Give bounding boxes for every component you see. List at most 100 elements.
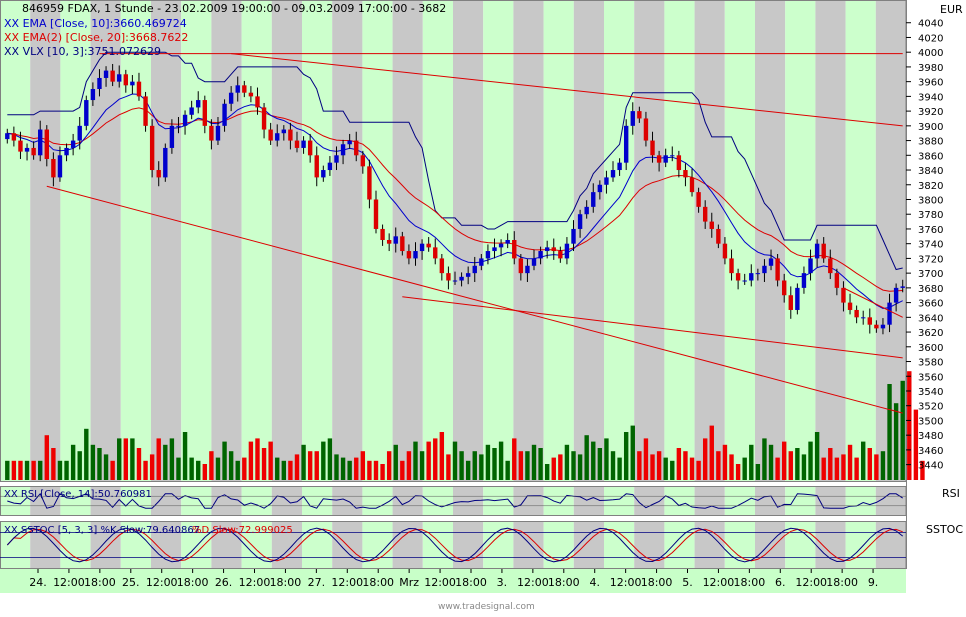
- volume-bar: [558, 454, 562, 480]
- volume-bar: [887, 384, 891, 480]
- volume-bar: [677, 448, 681, 480]
- candle-body: [841, 288, 845, 303]
- candle-body: [486, 251, 490, 258]
- volume-bar: [25, 461, 29, 480]
- volume-bar: [45, 435, 49, 480]
- vlx-legend[interactable]: XX VLX [10, 3]:3751.072629: [4, 45, 161, 58]
- volume-bar: [690, 458, 694, 480]
- candle-body: [611, 170, 615, 177]
- volume-bar: [387, 451, 391, 480]
- time-tick-label: 18:00: [270, 576, 302, 589]
- volume-bar: [742, 458, 746, 480]
- band-main: [604, 0, 634, 482]
- volume-bar: [400, 461, 404, 480]
- band-main: [513, 0, 543, 482]
- volume-bar: [486, 445, 490, 480]
- price-tick-label: 3780: [918, 210, 943, 221]
- candle-body: [440, 258, 444, 273]
- volume-bar: [578, 454, 582, 480]
- band-rsi: [876, 486, 906, 516]
- volume-bar: [413, 442, 417, 480]
- candle-body: [558, 251, 562, 258]
- volume-bar: [328, 438, 332, 480]
- candle-body: [874, 325, 878, 329]
- volume-bar: [538, 448, 542, 480]
- band-rsi: [423, 486, 453, 516]
- candle-body: [242, 85, 246, 92]
- price-tick-label: 3660: [918, 299, 943, 310]
- volume-bar: [301, 445, 305, 480]
- candle-body: [789, 295, 793, 310]
- volume-bar: [150, 454, 154, 480]
- band-main: [332, 0, 362, 482]
- candle-body: [268, 130, 272, 141]
- volume-bar: [756, 464, 760, 480]
- time-tick-label: 12:00: [331, 576, 363, 589]
- time-tick-label: 12:00: [146, 576, 178, 589]
- time-tick-label: 12:00: [239, 576, 271, 589]
- volume-bar: [262, 448, 266, 480]
- band-main: [544, 0, 574, 482]
- candle-body: [413, 251, 417, 258]
- sstoc-legend-k[interactable]: XX SSTOC [5, 3, 3] %K Slow:79.640867: [4, 525, 200, 536]
- candle-body: [887, 303, 891, 325]
- volume-bar: [650, 454, 654, 480]
- volume-bar: [334, 454, 338, 480]
- candle-body: [110, 71, 114, 82]
- volume-bar: [696, 461, 700, 480]
- time-tick-label: 18:00: [734, 576, 766, 589]
- volume-bar: [854, 458, 858, 480]
- volume-bar: [407, 451, 411, 480]
- candle-body: [617, 163, 621, 170]
- volume-bar: [288, 461, 292, 480]
- candle-body: [598, 185, 602, 192]
- volume-bar: [868, 448, 872, 480]
- sstoc-legend-d[interactable]: %D Slow:72.999025: [192, 525, 293, 536]
- ema20-legend[interactable]: XX EMA(2) [Close, 20]:3668.7622: [4, 31, 188, 44]
- volume-bar: [446, 454, 450, 480]
- price-tick-label: 3620: [918, 328, 943, 339]
- volume-bar: [308, 451, 312, 480]
- candle-body: [756, 273, 760, 274]
- candle-body: [775, 258, 779, 280]
- time-tick-label: 18:00: [455, 576, 487, 589]
- volume-bar: [249, 442, 253, 480]
- volume-bar: [51, 448, 55, 480]
- ema10-legend[interactable]: XX EMA [Close, 10]:3660.469724: [4, 17, 187, 30]
- band-rsi: [604, 486, 634, 516]
- candle-body: [453, 281, 457, 282]
- price-tick-label: 3860: [918, 151, 943, 162]
- volume-bar: [229, 451, 233, 480]
- candle-body: [315, 155, 319, 177]
- candle-body: [532, 258, 536, 265]
- volume-bar: [749, 445, 753, 480]
- candle-body: [354, 141, 358, 156]
- candle-body: [868, 317, 872, 324]
- candle-body: [262, 107, 266, 129]
- volume-bar: [31, 461, 35, 480]
- volume-bar: [466, 461, 470, 480]
- band-rsi: [242, 486, 272, 516]
- candle-body: [479, 258, 483, 265]
- footer-watermark: www.tradesignal.com: [438, 602, 535, 612]
- candle-body: [209, 126, 213, 141]
- volume-bar: [802, 454, 806, 480]
- volume-bar: [5, 461, 9, 480]
- candle-body: [729, 258, 733, 273]
- candle-body: [519, 258, 523, 273]
- candle-body: [196, 100, 200, 107]
- price-tick-label: 3900: [918, 122, 943, 133]
- volume-bar: [532, 445, 536, 480]
- rsi-panel-title: RSI: [942, 487, 960, 500]
- rsi-legend[interactable]: XX RSI [Close, 14]:50.760981: [4, 489, 152, 500]
- volume-bar: [268, 442, 272, 480]
- candle-body: [683, 170, 687, 177]
- candle-body: [176, 126, 180, 127]
- volume-bar: [394, 445, 398, 480]
- volume-bar: [881, 451, 885, 480]
- volume-bar: [716, 451, 720, 480]
- candle-body: [255, 96, 259, 107]
- candle-body: [591, 192, 595, 207]
- band-main: [755, 0, 785, 482]
- time-tick-label: 18:00: [641, 576, 673, 589]
